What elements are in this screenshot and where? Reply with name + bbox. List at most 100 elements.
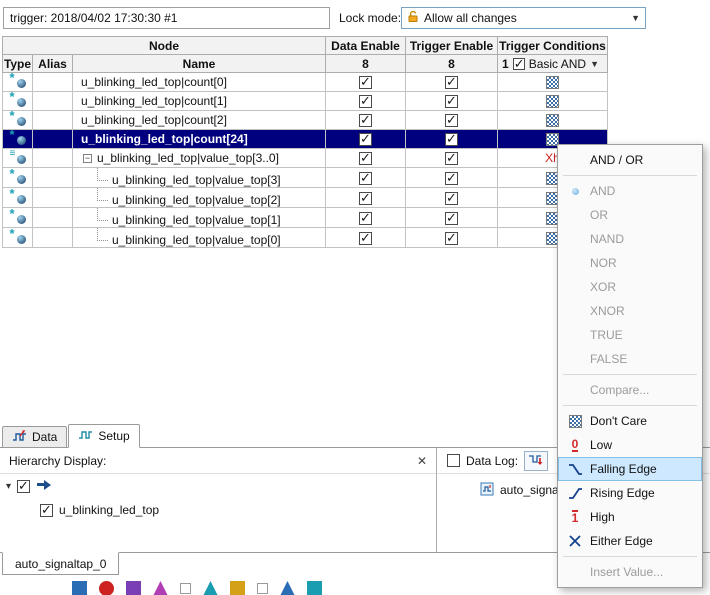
toolbar-icon[interactable] bbox=[99, 581, 114, 595]
menu-item-compare[interactable]: Compare... bbox=[558, 378, 702, 402]
signal-name-cell[interactable]: u_blinking_led_top|value_top[3] bbox=[73, 168, 326, 188]
signal-name-cell[interactable]: u_blinking_led_top|value_top[2] bbox=[73, 188, 326, 208]
signal-name-cell[interactable]: u_blinking_led_top|count[0] bbox=[73, 73, 326, 92]
menu-item-low[interactable]: 0Low bbox=[558, 433, 702, 457]
trigger-condition-cell[interactable] bbox=[498, 92, 608, 111]
hierarchy-item-checkbox[interactable] bbox=[40, 504, 53, 517]
tab-data[interactable]: Data bbox=[2, 426, 67, 448]
tab-auto-signaltap-0[interactable]: auto_signaltap_0 bbox=[2, 552, 119, 575]
menu-item-insert-value[interactable]: Insert Value... bbox=[558, 560, 702, 584]
data-enable-cell[interactable] bbox=[326, 168, 406, 188]
signal-name-cell[interactable]: −u_blinking_led_top|value_top[3..0] bbox=[73, 149, 326, 168]
trigger-enable-checkbox[interactable] bbox=[445, 212, 458, 225]
toolbar-icon[interactable] bbox=[203, 581, 218, 595]
table-row[interactable]: u_blinking_led_top|count[1] bbox=[3, 92, 608, 111]
data-enable-checkbox[interactable] bbox=[359, 212, 372, 225]
alias-cell[interactable] bbox=[33, 73, 73, 92]
data-log-checkbox[interactable] bbox=[447, 454, 460, 467]
trigger-enable-checkbox[interactable] bbox=[445, 232, 458, 245]
menu-item-don-t-care[interactable]: Don't Care bbox=[558, 409, 702, 433]
trigger-condition-cell[interactable] bbox=[498, 73, 608, 92]
trigger-enable-cell[interactable] bbox=[406, 111, 498, 130]
menu-item-or[interactable]: OR bbox=[558, 203, 702, 227]
table-row[interactable]: u_blinking_led_top|count[0] bbox=[3, 73, 608, 92]
data-log-button[interactable] bbox=[524, 451, 548, 471]
table-row[interactable]: u_blinking_led_top|value_top[2] bbox=[3, 188, 608, 208]
data-enable-cell[interactable] bbox=[326, 111, 406, 130]
trigger-condition-mode[interactable]: Basic AND bbox=[529, 57, 586, 71]
trigger-enable-checkbox[interactable] bbox=[445, 114, 458, 127]
trigger-enable-checkbox[interactable] bbox=[445, 192, 458, 205]
signal-name-cell[interactable]: u_blinking_led_top|count[24] bbox=[73, 130, 326, 149]
data-enable-cell[interactable] bbox=[326, 228, 406, 248]
data-enable-cell[interactable] bbox=[326, 73, 406, 92]
data-enable-checkbox[interactable] bbox=[359, 152, 372, 165]
data-enable-cell[interactable] bbox=[326, 130, 406, 149]
hierarchy-root-row[interactable]: ▾ bbox=[0, 474, 436, 498]
trigger-enable-checkbox[interactable] bbox=[445, 95, 458, 108]
data-enable-checkbox[interactable] bbox=[359, 192, 372, 205]
data-enable-cell[interactable] bbox=[326, 208, 406, 228]
menu-item-false[interactable]: FALSE bbox=[558, 347, 702, 371]
signal-name-cell[interactable]: u_blinking_led_top|count[1] bbox=[73, 92, 326, 111]
alias-cell[interactable] bbox=[33, 208, 73, 228]
trigger-enable-checkbox[interactable] bbox=[445, 152, 458, 165]
lock-mode-select[interactable]: Allow all changes ▼ bbox=[401, 7, 646, 29]
collapse-expander-icon[interactable]: − bbox=[83, 154, 92, 163]
data-enable-cell[interactable] bbox=[326, 92, 406, 111]
signal-name-cell[interactable]: u_blinking_led_top|count[2] bbox=[73, 111, 326, 130]
trigger-enable-cell[interactable] bbox=[406, 149, 498, 168]
signal-name-cell[interactable]: u_blinking_led_top|value_top[1] bbox=[73, 208, 326, 228]
tab-setup[interactable]: Setup bbox=[68, 424, 139, 448]
trigger-enable-cell[interactable] bbox=[406, 228, 498, 248]
table-row[interactable]: −u_blinking_led_top|value_top[3..0]Xh bbox=[3, 149, 608, 168]
menu-item-falling-edge[interactable]: Falling Edge bbox=[558, 457, 702, 481]
toolbar-icon[interactable] bbox=[153, 581, 168, 595]
menu-item-true[interactable]: TRUE bbox=[558, 323, 702, 347]
alias-cell[interactable] bbox=[33, 92, 73, 111]
data-enable-checkbox[interactable] bbox=[359, 133, 372, 146]
alias-cell[interactable] bbox=[33, 168, 73, 188]
signal-name-cell[interactable]: u_blinking_led_top|value_top[0] bbox=[73, 228, 326, 248]
alias-cell[interactable] bbox=[33, 149, 73, 168]
trigger-enable-checkbox[interactable] bbox=[445, 172, 458, 185]
chevron-down-icon[interactable]: ▾ bbox=[6, 481, 11, 492]
toolbar-icon[interactable] bbox=[126, 581, 141, 595]
trigger-enable-cell[interactable] bbox=[406, 208, 498, 228]
toolbar-icon[interactable] bbox=[307, 581, 322, 595]
table-row[interactable]: u_blinking_led_top|count[2] bbox=[3, 111, 608, 130]
data-enable-cell[interactable] bbox=[326, 188, 406, 208]
table-row[interactable]: u_blinking_led_top|count[24] bbox=[3, 130, 608, 149]
table-row[interactable]: u_blinking_led_top|value_top[3] bbox=[3, 168, 608, 188]
trigger-enable-cell[interactable] bbox=[406, 188, 498, 208]
menu-item-and[interactable]: AND bbox=[558, 179, 702, 203]
toolbar-icon[interactable] bbox=[257, 583, 268, 594]
close-icon[interactable]: ✕ bbox=[417, 454, 427, 468]
table-row[interactable]: u_blinking_led_top|value_top[0] bbox=[3, 228, 608, 248]
toolbar-icon[interactable] bbox=[280, 581, 295, 595]
toolbar-icon[interactable] bbox=[180, 583, 191, 594]
menu-item-xnor[interactable]: XNOR bbox=[558, 299, 702, 323]
trigger-enable-checkbox[interactable] bbox=[445, 76, 458, 89]
dropdown-arrow-icon[interactable]: ▼ bbox=[631, 13, 640, 23]
trigger-enable-cell[interactable] bbox=[406, 73, 498, 92]
menu-item-nor[interactable]: NOR bbox=[558, 251, 702, 275]
alias-cell[interactable] bbox=[33, 228, 73, 248]
menu-item-high[interactable]: 1High bbox=[558, 505, 702, 529]
trigger-enable-checkbox[interactable] bbox=[445, 133, 458, 146]
dropdown-arrow-icon[interactable]: ▼ bbox=[590, 59, 599, 69]
data-enable-checkbox[interactable] bbox=[359, 114, 372, 127]
menu-item-nand[interactable]: NAND bbox=[558, 227, 702, 251]
trigger-enable-cell[interactable] bbox=[406, 168, 498, 188]
data-enable-checkbox[interactable] bbox=[359, 232, 372, 245]
basic-and-checkbox[interactable] bbox=[513, 58, 525, 70]
data-enable-cell[interactable] bbox=[326, 149, 406, 168]
table-row[interactable]: u_blinking_led_top|value_top[1] bbox=[3, 208, 608, 228]
trigger-condition-cell[interactable] bbox=[498, 111, 608, 130]
alias-cell[interactable] bbox=[33, 188, 73, 208]
alias-cell[interactable] bbox=[33, 130, 73, 149]
menu-item-rising-edge[interactable]: Rising Edge bbox=[558, 481, 702, 505]
trigger-enable-cell[interactable] bbox=[406, 92, 498, 111]
menu-item-either-edge[interactable]: Either Edge bbox=[558, 529, 702, 553]
hierarchy-root-checkbox[interactable] bbox=[17, 480, 30, 493]
